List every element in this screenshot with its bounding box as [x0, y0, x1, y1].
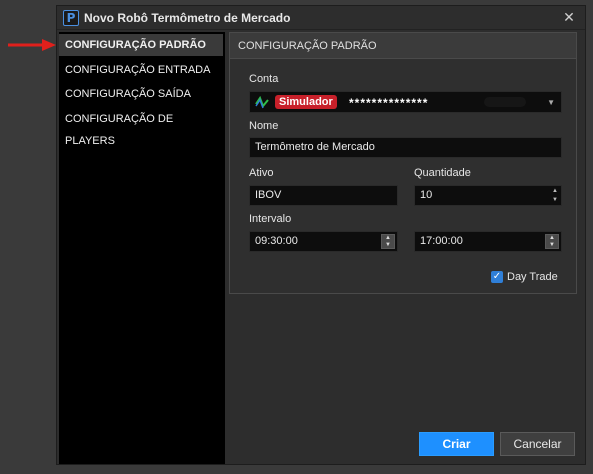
quantidade-label: Quantidade — [414, 167, 471, 179]
cancelar-button[interactable]: Cancelar — [500, 432, 575, 456]
intervalo-end-spin[interactable]: ▲ ▼ — [545, 234, 559, 249]
intervalo-start-input[interactable]: 09:30:00 ▲ ▼ — [249, 231, 398, 252]
chevron-down-icon: ▼ — [547, 98, 555, 107]
sidebar-item-configuracao-padrao[interactable]: CONFIGURAÇÃO PADRÃO — [59, 34, 223, 56]
dialog-window: P Novo Robô Termômetro de Mercado ✕ CONF… — [56, 5, 586, 465]
intervalo-start-spin[interactable]: ▲ ▼ — [381, 234, 395, 249]
criar-button[interactable]: Criar — [419, 432, 494, 456]
ativo-label: Ativo — [249, 167, 274, 179]
day-trade-checkbox[interactable]: ✓ — [491, 271, 503, 283]
sidebar-item-configuracao-saida[interactable]: CONFIGURAÇÃO SAÍDA — [59, 83, 223, 105]
spin-up-icon[interactable]: ▲ — [552, 187, 558, 195]
sidebar: CONFIGURAÇÃO PADRÃO CONFIGURAÇÃO ENTRADA… — [59, 32, 225, 464]
nome-label: Nome — [249, 120, 279, 132]
annotation-arrow-icon — [8, 39, 56, 51]
quantidade-value: 10 — [420, 189, 433, 201]
ativo-input[interactable]: IBOV — [249, 185, 398, 206]
intervalo-end-input[interactable]: 17:00:00 ▲ ▼ — [414, 231, 562, 252]
window-title: Novo Robô Termômetro de Mercado — [84, 11, 291, 25]
spin-up-icon[interactable]: ▲ — [382, 235, 394, 242]
spin-up-icon[interactable]: ▲ — [546, 235, 558, 242]
app-logo-icon: P — [63, 10, 79, 26]
quantidade-spin[interactable]: ▲ ▼ — [550, 187, 560, 204]
intervalo-label: Intervalo — [249, 213, 292, 225]
title-bar: P Novo Robô Termômetro de Mercado ✕ — [57, 6, 585, 30]
quantidade-stepper[interactable]: 10 ▲ ▼ — [414, 185, 562, 206]
account-number-masked: ************** — [349, 96, 429, 110]
redaction-bar — [484, 97, 526, 107]
simulator-badge: Simulador — [275, 95, 337, 109]
conta-select[interactable]: Simulador ************** ▼ — [249, 91, 562, 113]
account-status-icon — [255, 95, 269, 109]
day-trade-label: Day Trade — [507, 271, 558, 283]
spin-down-icon[interactable]: ▼ — [552, 196, 558, 204]
conta-label: Conta — [249, 73, 279, 85]
settings-panel: CONFIGURAÇÃO PADRÃO Conta Simulador ****… — [229, 32, 577, 294]
close-button[interactable]: ✕ — [561, 9, 577, 25]
sidebar-item-configuracao-players[interactable]: CONFIGURAÇÃO DE PLAYERS — [59, 108, 223, 147]
intervalo-end-value: 17:00:00 — [420, 235, 463, 247]
nome-input[interactable]: Termômetro de Mercado — [249, 137, 562, 158]
panel-header: CONFIGURAÇÃO PADRÃO — [230, 33, 576, 59]
spin-down-icon[interactable]: ▼ — [382, 242, 394, 249]
sidebar-item-configuracao-entrada[interactable]: CONFIGURAÇÃO ENTRADA — [59, 59, 223, 81]
intervalo-start-value: 09:30:00 — [255, 235, 298, 247]
spin-down-icon[interactable]: ▼ — [546, 242, 558, 249]
